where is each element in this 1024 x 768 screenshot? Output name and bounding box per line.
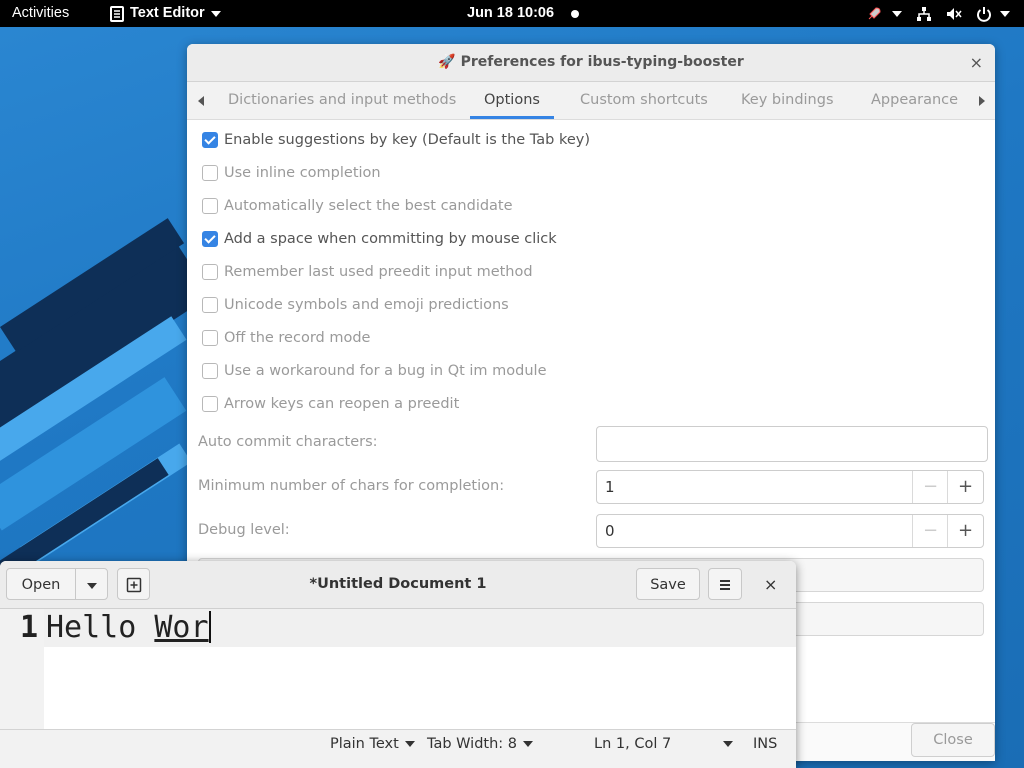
power-icon bbox=[977, 6, 991, 22]
checkbox[interactable] bbox=[202, 132, 218, 148]
close-icon[interactable]: × bbox=[764, 561, 777, 608]
plus-icon[interactable]: + bbox=[947, 515, 983, 547]
tab-options[interactable]: Options bbox=[470, 82, 554, 119]
checkbox[interactable] bbox=[202, 330, 218, 346]
preedit-text: Wor bbox=[154, 610, 209, 645]
text-caret bbox=[208, 611, 211, 643]
option-label: Automatically select the best candidate bbox=[224, 198, 513, 214]
option-label: Arrow keys can reopen a preedit bbox=[224, 396, 460, 412]
notification-dot-icon bbox=[571, 10, 579, 18]
option-arrow-keys-reopen[interactable]: Arrow keys can reopen a preedit bbox=[202, 394, 459, 414]
cursor-position-selector[interactable]: Ln 1, Col 7 bbox=[594, 730, 734, 758]
close-icon[interactable]: × bbox=[970, 44, 983, 81]
new-document-icon bbox=[126, 577, 141, 593]
chevron-down-icon bbox=[723, 741, 734, 747]
app-menu-label: Text Editor bbox=[130, 5, 205, 21]
plus-icon[interactable]: + bbox=[947, 471, 983, 503]
debug-level-spinbutton[interactable]: 0 − + bbox=[596, 514, 984, 548]
auto-commit-label: Auto commit characters: bbox=[198, 434, 378, 450]
checkbox[interactable] bbox=[202, 396, 218, 412]
spin-value[interactable]: 0 bbox=[605, 515, 615, 547]
checkbox[interactable] bbox=[202, 198, 218, 214]
main-menu-button[interactable] bbox=[708, 568, 742, 600]
option-label: Off the record mode bbox=[224, 330, 371, 346]
cursor-position-label: Ln 1, Col 7 bbox=[594, 736, 672, 752]
system-tray[interactable] bbox=[866, 0, 1010, 27]
open-recent-button[interactable] bbox=[75, 568, 108, 600]
option-add-space[interactable]: Add a space when committing by mouse cli… bbox=[202, 229, 557, 249]
option-inline-completion[interactable]: Use inline completion bbox=[202, 163, 381, 183]
open-button[interactable]: Open bbox=[6, 568, 76, 600]
scroll-left-icon[interactable] bbox=[198, 96, 204, 106]
chevron-down-icon bbox=[210, 10, 221, 17]
tab-key-bindings[interactable]: Key bindings bbox=[741, 82, 834, 119]
minus-icon[interactable]: − bbox=[912, 515, 948, 547]
chevron-down-icon bbox=[892, 10, 902, 17]
text-area[interactable]: Hello Wor bbox=[46, 609, 211, 647]
dialog-title: 🚀 Preferences for ibus-typing-booster bbox=[438, 54, 744, 70]
option-remember-preedit[interactable]: Remember last used preedit input method bbox=[202, 262, 533, 282]
chevron-down-icon bbox=[404, 741, 415, 747]
option-qt-workaround[interactable]: Use a workaround for a bug in Qt im modu… bbox=[202, 361, 547, 381]
option-label: Unicode symbols and emoji predictions bbox=[224, 297, 509, 313]
dialog-header: 🚀 Preferences for ibus-typing-booster × bbox=[187, 44, 995, 82]
option-enable-suggestions[interactable]: Enable suggestions by key (Default is th… bbox=[202, 130, 590, 150]
text-editor-icon bbox=[110, 5, 124, 22]
debug-level-label: Debug level: bbox=[198, 522, 290, 538]
option-label: Use a workaround for a bug in Qt im modu… bbox=[224, 363, 547, 379]
language-label: Plain Text bbox=[330, 736, 399, 752]
tab-dictionaries[interactable]: Dictionaries and input methods bbox=[228, 82, 456, 119]
text-editor-window: Open *Untitled Document 1 Save × 1 Hello… bbox=[0, 561, 796, 768]
option-unicode-emoji[interactable]: Unicode symbols and emoji predictions bbox=[202, 295, 509, 315]
power-menu[interactable] bbox=[976, 6, 1010, 22]
scroll-right-icon[interactable] bbox=[979, 96, 985, 106]
tab-appearance[interactable]: Appearance bbox=[871, 82, 958, 119]
committed-text: Hello bbox=[46, 610, 155, 645]
spin-value[interactable]: 1 bbox=[605, 471, 615, 503]
checkbox[interactable] bbox=[202, 297, 218, 313]
app-menu[interactable]: Text Editor bbox=[110, 0, 221, 27]
checkbox[interactable] bbox=[202, 264, 218, 280]
editor-headerbar: Open *Untitled Document 1 Save × bbox=[0, 561, 796, 609]
tab-custom-shortcuts[interactable]: Custom shortcuts bbox=[580, 82, 708, 119]
ibus-rocket-icon[interactable] bbox=[866, 6, 902, 22]
insert-mode-indicator[interactable]: INS bbox=[753, 730, 777, 758]
chevron-down-icon bbox=[1000, 10, 1010, 17]
checkbox[interactable] bbox=[202, 231, 218, 247]
chevron-down-icon bbox=[86, 583, 97, 589]
auto-commit-input[interactable] bbox=[596, 426, 988, 462]
checkbox[interactable] bbox=[202, 363, 218, 379]
tab-bar: Dictionaries and input methods Options C… bbox=[187, 82, 995, 120]
tab-width-label: Tab Width: 8 bbox=[427, 736, 518, 752]
top-bar: Activities Text Editor Jun 18 10:06 bbox=[0, 0, 1024, 27]
chevron-down-icon bbox=[523, 741, 534, 747]
close-button[interactable]: Close bbox=[911, 723, 995, 757]
volume-muted-icon bbox=[947, 7, 962, 20]
language-selector[interactable]: Plain Text bbox=[330, 730, 415, 758]
min-chars-label: Minimum number of chars for completion: bbox=[198, 478, 505, 494]
status-bar: Plain Text Tab Width: 8 Ln 1, Col 7 INS bbox=[0, 729, 796, 768]
tab-width-selector[interactable]: Tab Width: 8 bbox=[427, 730, 534, 758]
hamburger-menu-icon bbox=[720, 580, 730, 590]
option-label: Use inline completion bbox=[224, 165, 381, 181]
option-label: Remember last used preedit input method bbox=[224, 264, 533, 280]
minus-icon[interactable]: − bbox=[912, 471, 948, 503]
save-button[interactable]: Save bbox=[636, 568, 700, 600]
activities-button[interactable]: Activities bbox=[12, 0, 69, 27]
min-chars-spinbutton[interactable]: 1 − + bbox=[596, 470, 984, 504]
line-number: 1 bbox=[20, 610, 39, 645]
new-document-button[interactable] bbox=[117, 568, 150, 600]
option-label: Add a space when committing by mouse cli… bbox=[224, 231, 557, 247]
option-off-the-record[interactable]: Off the record mode bbox=[202, 328, 370, 348]
option-auto-select[interactable]: Automatically select the best candidate bbox=[202, 196, 513, 216]
checkbox[interactable] bbox=[202, 165, 218, 181]
clock[interactable]: Jun 18 10:06 bbox=[467, 0, 554, 27]
network-icon bbox=[917, 6, 931, 21]
option-label: Enable suggestions by key (Default is th… bbox=[224, 132, 590, 148]
